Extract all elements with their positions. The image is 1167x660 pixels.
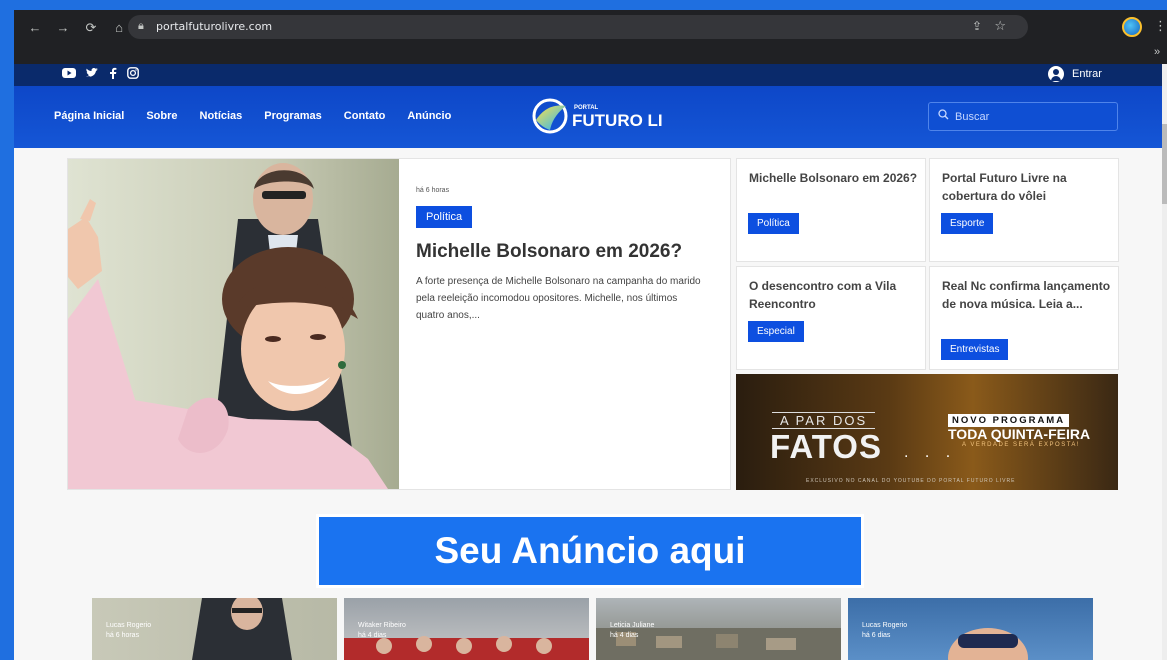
thumbnail-author: Lucas Rogerio bbox=[862, 622, 908, 629]
nav-item-programas[interactable]: Programas bbox=[264, 110, 321, 122]
card-category-tag[interactable]: Entrevistas bbox=[941, 339, 1009, 360]
nav-menu: Página Inicial Sobre Notícias Programas … bbox=[54, 110, 451, 122]
card-title[interactable]: O desencontro com a Vila Reencontro bbox=[749, 277, 919, 313]
thumbnail-card[interactable]: Leticia Juliane há 4 dias bbox=[596, 598, 841, 660]
home-icon[interactable]: ⌂ bbox=[112, 20, 126, 36]
social-bar: Entrar bbox=[14, 64, 1167, 86]
login-link[interactable]: Entrar bbox=[1048, 66, 1102, 82]
card-title[interactable]: Michelle Bolsonaro em 2026? bbox=[749, 169, 919, 187]
side-card-1[interactable]: Michelle Bolsonaro em 2026? Política bbox=[736, 158, 926, 262]
side-card-2[interactable]: Portal Futuro Livre na cobertura do vôle… bbox=[929, 158, 1119, 262]
thumbnail-card[interactable]: Lucas Rogerio há 6 horas bbox=[92, 598, 337, 660]
facebook-icon[interactable] bbox=[109, 67, 117, 79]
thumbnail-author: Witaker Ribeiro bbox=[358, 622, 406, 629]
banner-line1: A PAR DOS bbox=[772, 412, 876, 429]
card-title[interactable]: Real Nc confirma lançamento de nova músi… bbox=[942, 277, 1112, 313]
address-bar[interactable]: 🔒︎ portalfuturolivre.com ⇪ ☆ bbox=[128, 15, 1028, 39]
banner-dots: . . . bbox=[904, 444, 957, 461]
ad-slot[interactable]: Seu Anúncio aqui bbox=[316, 514, 864, 588]
bookmark-star-icon[interactable]: ☆ bbox=[994, 18, 1006, 34]
logo-text: FUTURO LIVRE bbox=[572, 111, 662, 130]
side-card-3[interactable]: O desencontro com a Vila Reencontro Espe… bbox=[736, 266, 926, 370]
hero-title[interactable]: Michelle Bolsonaro em 2026? bbox=[416, 241, 682, 263]
search-box[interactable] bbox=[928, 102, 1118, 131]
youtube-icon[interactable] bbox=[62, 67, 76, 79]
banner-line2: FATOS bbox=[770, 428, 882, 465]
search-input[interactable] bbox=[955, 109, 1105, 125]
lock-icon: 🔒︎ bbox=[138, 20, 144, 32]
nav-item-anuncio[interactable]: Anúncio bbox=[407, 110, 451, 122]
hero-image[interactable] bbox=[68, 159, 399, 489]
nav-item-contato[interactable]: Contato bbox=[344, 110, 386, 122]
thumbnail-time: há 6 horas bbox=[106, 632, 140, 639]
bookmarks-more-icon[interactable]: » bbox=[1154, 46, 1160, 58]
hero-time: há 6 horas bbox=[416, 187, 450, 194]
banner-quinta: TODA QUINTA-FEIRA bbox=[948, 426, 1091, 442]
back-icon[interactable]: ← bbox=[28, 20, 42, 36]
forward-icon[interactable]: → bbox=[56, 20, 70, 36]
card-category-tag[interactable]: Política bbox=[748, 213, 799, 234]
reload-icon[interactable]: ⟳ bbox=[84, 20, 98, 36]
card-title[interactable]: Portal Futuro Livre na cobertura do vôle… bbox=[942, 169, 1112, 205]
banner-exclusivo: EXCLUSIVO NO CANAL DO YOUTUBE DO PORTAL … bbox=[806, 478, 1016, 484]
thumbnail-author: Lucas Rogerio bbox=[106, 622, 152, 629]
search-icon[interactable] bbox=[938, 109, 949, 123]
thumbnail-time: há 4 dias bbox=[358, 632, 387, 639]
side-card-4[interactable]: Real Nc confirma lançamento de nova músi… bbox=[929, 266, 1119, 370]
share-icon[interactable]: ⇪ bbox=[972, 19, 982, 33]
thumbnail-author: Leticia Juliane bbox=[610, 622, 655, 629]
login-label: Entrar bbox=[1072, 68, 1102, 80]
card-category-tag[interactable]: Especial bbox=[748, 321, 804, 342]
scrollbar-thumb[interactable] bbox=[1162, 124, 1167, 204]
banner-verdade: A VERDADE SERÁ EXPOSTA! bbox=[962, 442, 1081, 448]
user-icon bbox=[1048, 66, 1064, 82]
nav-item-sobre[interactable]: Sobre bbox=[146, 110, 177, 122]
browser-window: ← → ⟳ ⌂ 🔒︎ portalfuturolivre.com ⇪ ☆ ⋮ »… bbox=[14, 10, 1167, 660]
hero-description: A forte presença de Michelle Bolsonaro n… bbox=[416, 276, 701, 321]
browser-toolbar: ← → ⟳ ⌂ 🔒︎ portalfuturolivre.com ⇪ ☆ ⋮ » bbox=[14, 10, 1167, 64]
thumbnail-card[interactable]: Lucas Rogerio há 6 dias bbox=[848, 598, 1093, 660]
page-content: há 6 horas Política Michelle Bolsonaro e… bbox=[14, 148, 1167, 660]
nav-item-noticias[interactable]: Notícias bbox=[200, 110, 243, 122]
twitter-icon[interactable] bbox=[86, 67, 99, 79]
thumbnail-card[interactable]: Witaker Ribeiro há 4 dias bbox=[344, 598, 589, 660]
thumbnail-time: há 4 dias bbox=[610, 632, 639, 639]
instagram-icon[interactable] bbox=[127, 67, 139, 79]
program-banner[interactable]: A PAR DOS FATOS . . . NOVO PROGRAMA TODA… bbox=[736, 374, 1118, 490]
browser-nav: ← → ⟳ ⌂ bbox=[28, 20, 126, 36]
thumbnail-time: há 6 dias bbox=[862, 632, 891, 639]
url-text[interactable]: portalfuturolivre.com bbox=[156, 20, 272, 33]
nav-item-pagina-inicial[interactable]: Página Inicial bbox=[54, 110, 124, 122]
main-navigation: Página Inicial Sobre Notícias Programas … bbox=[14, 86, 1167, 148]
hero-article[interactable]: há 6 horas Política Michelle Bolsonaro e… bbox=[67, 158, 731, 490]
page-scrollbar[interactable] bbox=[1162, 64, 1167, 660]
social-links bbox=[62, 67, 139, 79]
hero-category-tag[interactable]: Política bbox=[416, 206, 473, 228]
site-logo[interactable]: PORTAL FUTURO LIVRE bbox=[530, 94, 662, 138]
card-category-tag[interactable]: Esporte bbox=[941, 213, 994, 234]
menu-kebab-icon[interactable]: ⋮ bbox=[1154, 18, 1167, 34]
profile-avatar[interactable] bbox=[1122, 17, 1142, 37]
